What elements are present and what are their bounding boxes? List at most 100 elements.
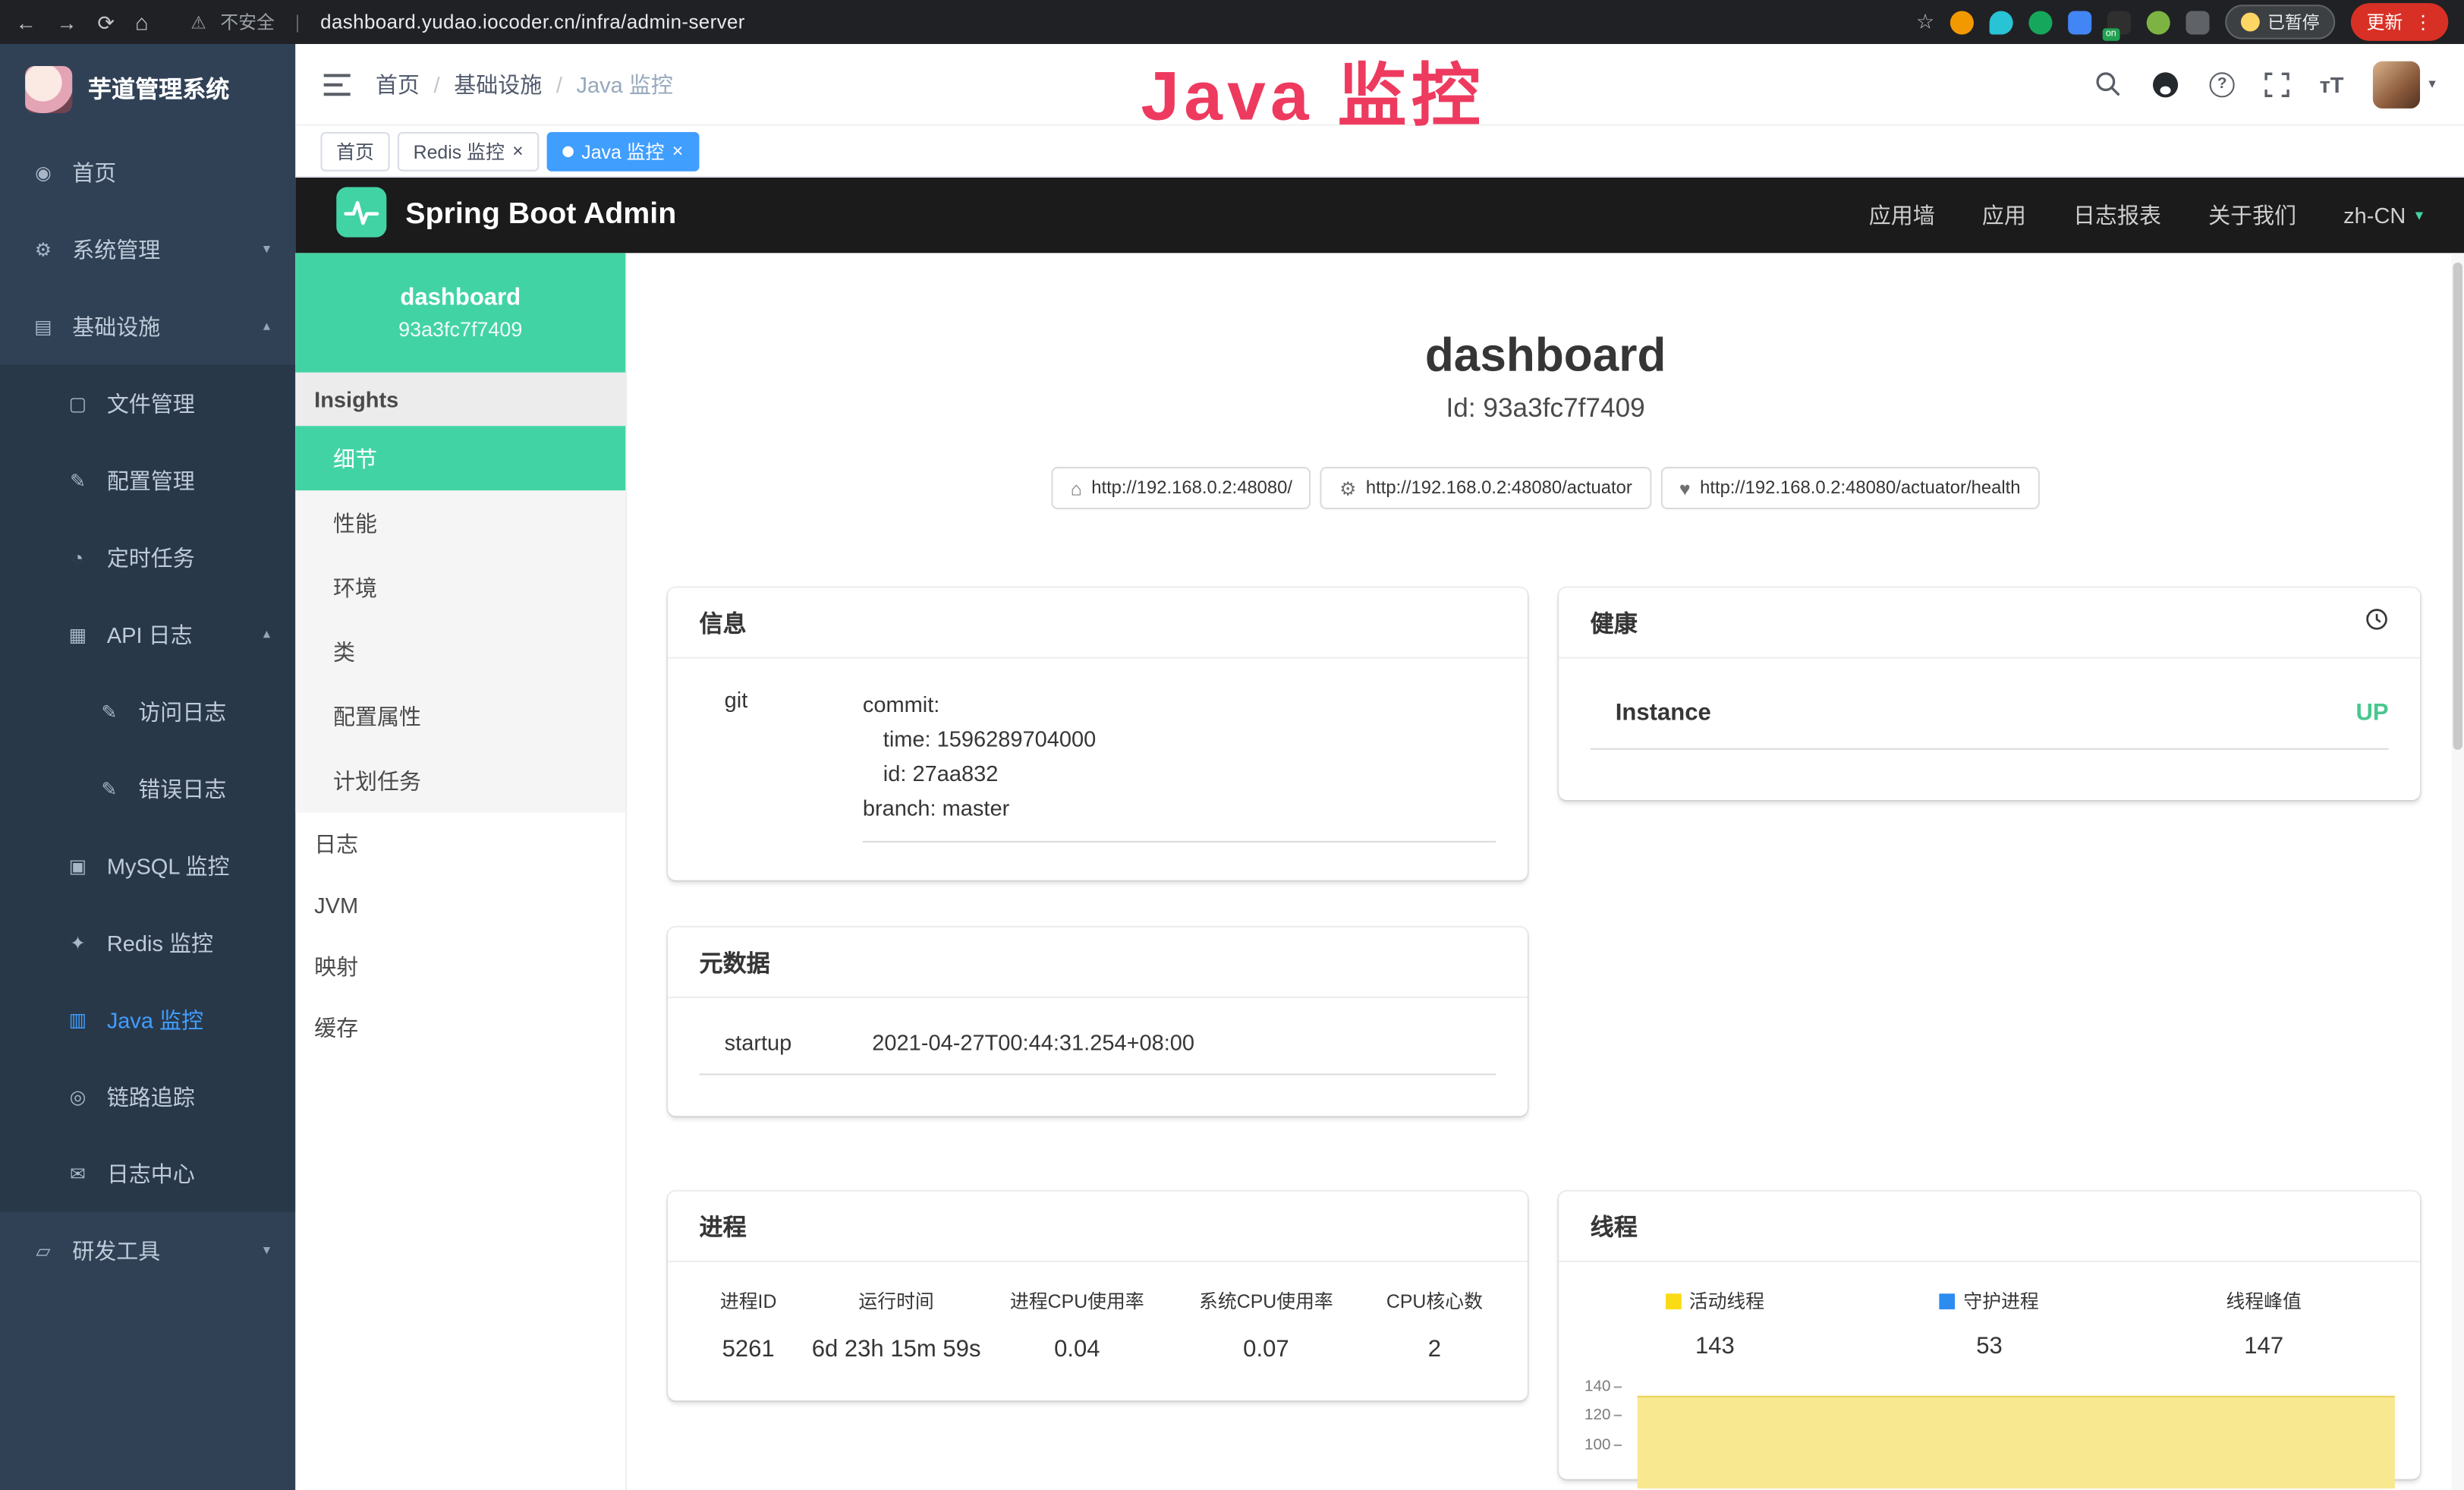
tab-label: Java 监控 [581, 137, 664, 164]
reload-icon[interactable]: ⟳ [97, 12, 115, 33]
sidebar-item-mysql-monitor[interactable]: ▣ MySQL 监控 [0, 827, 295, 903]
inst-item-jvm[interactable]: JVM [295, 874, 625, 935]
tab-redis-monitor[interactable]: Redis 监控 × [398, 131, 539, 171]
emoji-face-icon [2241, 13, 2260, 32]
health-status-badge: UP [2355, 700, 2388, 726]
sidebar-item-label: 首页 [72, 156, 116, 187]
browser-home-icon[interactable]: ⌂ [135, 11, 149, 33]
extension-icon-4[interactable] [2068, 10, 2091, 33]
sidebar-item-scheduled-tasks[interactable]: ◔ 定时任务 [0, 518, 295, 595]
live-threads-legend: 活动线程 [1578, 1287, 1852, 1314]
inst-item-config-properties[interactable]: 配置属性 [295, 684, 625, 748]
sidebar-item-label: Redis 监控 [107, 927, 213, 958]
app-logo-icon [25, 65, 72, 112]
legend-yellow-swatch [1666, 1293, 1682, 1309]
paused-badge-label: 已暂停 [2267, 9, 2319, 34]
sba-locale-select[interactable]: zh-CN ▾ [2343, 203, 2423, 228]
daemon-threads-value: 53 [1852, 1333, 2127, 1359]
inst-item-mappings[interactable]: 映射 [295, 935, 625, 997]
sidebar-item-label: 文件管理 [107, 387, 195, 418]
tab-close-icon[interactable]: × [672, 141, 684, 160]
sba-brand[interactable]: Spring Boot Admin [405, 198, 676, 233]
tab-label: Redis 监控 [414, 137, 505, 164]
back-icon[interactable]: ← [16, 12, 36, 33]
search-icon[interactable] [2094, 71, 2121, 97]
scrollbar-thumb[interactable] [2453, 263, 2462, 750]
sidebar-item-error-logs[interactable]: ✎ 错误日志 [0, 750, 295, 827]
bookmark-star-icon[interactable]: ☆ [1916, 9, 1934, 34]
security-warning-icon[interactable]: ⚠ [190, 12, 206, 33]
inst-item-scheduled-tasks[interactable]: 计划任务 [295, 748, 625, 813]
breadcrumb-home[interactable]: 首页 [376, 68, 420, 99]
legend-label: 线程峰值 [2226, 1287, 2301, 1314]
home-icon: ⌂ [1071, 477, 1082, 499]
browser-menu-icon[interactable]: ⋮ [2414, 13, 2433, 32]
sidebar-item-home[interactable]: ◉ 首页 [0, 134, 295, 210]
health-url-link[interactable]: ♥ http://192.168.0.2:48080/actuator/heal… [1660, 467, 2039, 509]
help-icon[interactable]: ? [2210, 71, 2235, 96]
process-card: 进程 进程ID 运行时间 进程CPU使用率 系统CPU使用率 [668, 1192, 1528, 1400]
extension-icon-7[interactable] [2186, 10, 2209, 33]
info-git-label: git [700, 687, 863, 843]
sidebar-item-access-logs[interactable]: ✎ 访问日志 [0, 673, 295, 749]
actuator-url-link[interactable]: ⚙ http://192.168.0.2:48080/actuator [1320, 467, 1651, 509]
sidebar-item-label: 研发工具 [72, 1235, 160, 1266]
tab-close-icon[interactable]: × [512, 141, 524, 160]
sidebar-item-system-management[interactable]: ⚙ 系统管理 ▾ [0, 210, 295, 287]
inst-item-details[interactable]: 细节 [295, 426, 625, 490]
infrastructure-submenu: ▢ 文件管理 ✎ 配置管理 ◔ 定时任务 ▦ API 日志 ▴ ✎ [0, 364, 295, 1211]
inst-item-caches[interactable]: 缓存 [295, 997, 625, 1058]
service-url-link[interactable]: ⌂ http://192.168.0.2:48080/ [1052, 467, 1311, 509]
forward-icon[interactable]: → [57, 12, 77, 33]
system-cpu-header: 系统CPU使用率 [1172, 1287, 1361, 1314]
sidebar-item-api-logs[interactable]: ▦ API 日志 ▴ [0, 596, 295, 673]
user-menu[interactable]: ▾ [2374, 61, 2436, 108]
threads-chart-y-axis: 140 120 100 [1578, 1384, 1638, 1479]
extension-icon-3[interactable] [2028, 10, 2052, 33]
breadcrumb-infrastructure[interactable]: 基础设施 [454, 68, 542, 99]
extension-icon-5[interactable]: on [2107, 10, 2131, 33]
extension-icon-1[interactable] [1950, 10, 1974, 33]
hamburger-icon[interactable] [324, 73, 351, 95]
sidebar-item-trace[interactable]: ◎ 链路追踪 [0, 1058, 295, 1135]
sba-nav-about[interactable]: 关于我们 [2208, 200, 2296, 231]
instance-content: dashboard Id: 93a3fc7f7409 ⌂ http://192.… [627, 253, 2464, 1490]
sidebar-item-label: Java 监控 [107, 1003, 203, 1035]
chevron-down-icon: ▾ [263, 1242, 270, 1259]
sba-nav-applications[interactable]: 应用 [1982, 200, 2026, 231]
fullscreen-icon[interactable] [2264, 71, 2289, 96]
browser-update-button[interactable]: 更新 ⋮ [2351, 3, 2448, 41]
inst-item-logs[interactable]: 日志 [295, 813, 625, 874]
inst-item-performance[interactable]: 性能 [295, 490, 625, 555]
inst-item-classes[interactable]: 类 [295, 619, 625, 684]
extension-icon-6[interactable] [2147, 10, 2170, 33]
breadcrumb-separator: / [556, 71, 562, 96]
sidebar-item-java-monitor[interactable]: ▥ Java 监控 [0, 981, 295, 1057]
address-bar-url[interactable]: dashboard.yudao.iocoder.cn/infra/admin-s… [320, 11, 745, 33]
inst-item-environment[interactable]: 环境 [295, 555, 625, 619]
browser-toolbar: ← → ⟳ ⌂ ⚠ 不安全 | dashboard.yudao.iocoder.… [0, 0, 2464, 44]
sidebar-item-file-management[interactable]: ▢ 文件管理 [0, 364, 295, 441]
instance-header[interactable]: dashboard 93a3fc7f7409 [295, 253, 625, 372]
vertical-scrollbar[interactable] [2451, 253, 2464, 1490]
extension-icon-2[interactable] [1990, 10, 2013, 33]
tab-java-monitor[interactable]: Java 监控 × [547, 131, 699, 171]
sba-nav-wallboard[interactable]: 应用墙 [1869, 200, 1935, 231]
instance-name: dashboard [400, 285, 521, 311]
sba-nav-journal[interactable]: 日志报表 [2073, 200, 2161, 231]
sidebar-item-dev-tools[interactable]: ▱ 研发工具 ▾ [0, 1212, 295, 1289]
sidebar-item-redis-monitor[interactable]: ✦ Redis 监控 [0, 904, 295, 981]
github-icon[interactable] [2151, 70, 2179, 98]
sidebar-item-infrastructure[interactable]: ▤ 基础设施 ▴ [0, 288, 295, 364]
sba-logo-icon[interactable] [336, 186, 386, 244]
history-icon[interactable] [2363, 606, 2388, 638]
sidebar-item-config-management[interactable]: ✎ 配置管理 [0, 442, 295, 518]
tab-home[interactable]: 首页 [320, 131, 389, 171]
paused-badge[interactable]: 已暂停 [2225, 5, 2335, 39]
app-logo[interactable]: 芋道管理系统 [0, 44, 295, 134]
tools-icon: ▱ [31, 1240, 55, 1262]
sidebar-item-log-center[interactable]: ✉ 日志中心 [0, 1135, 295, 1211]
update-button-label: 更新 [2367, 9, 2403, 34]
sba-locale-label: zh-CN [2343, 203, 2406, 228]
font-size-icon[interactable]: тT [2320, 71, 2344, 96]
